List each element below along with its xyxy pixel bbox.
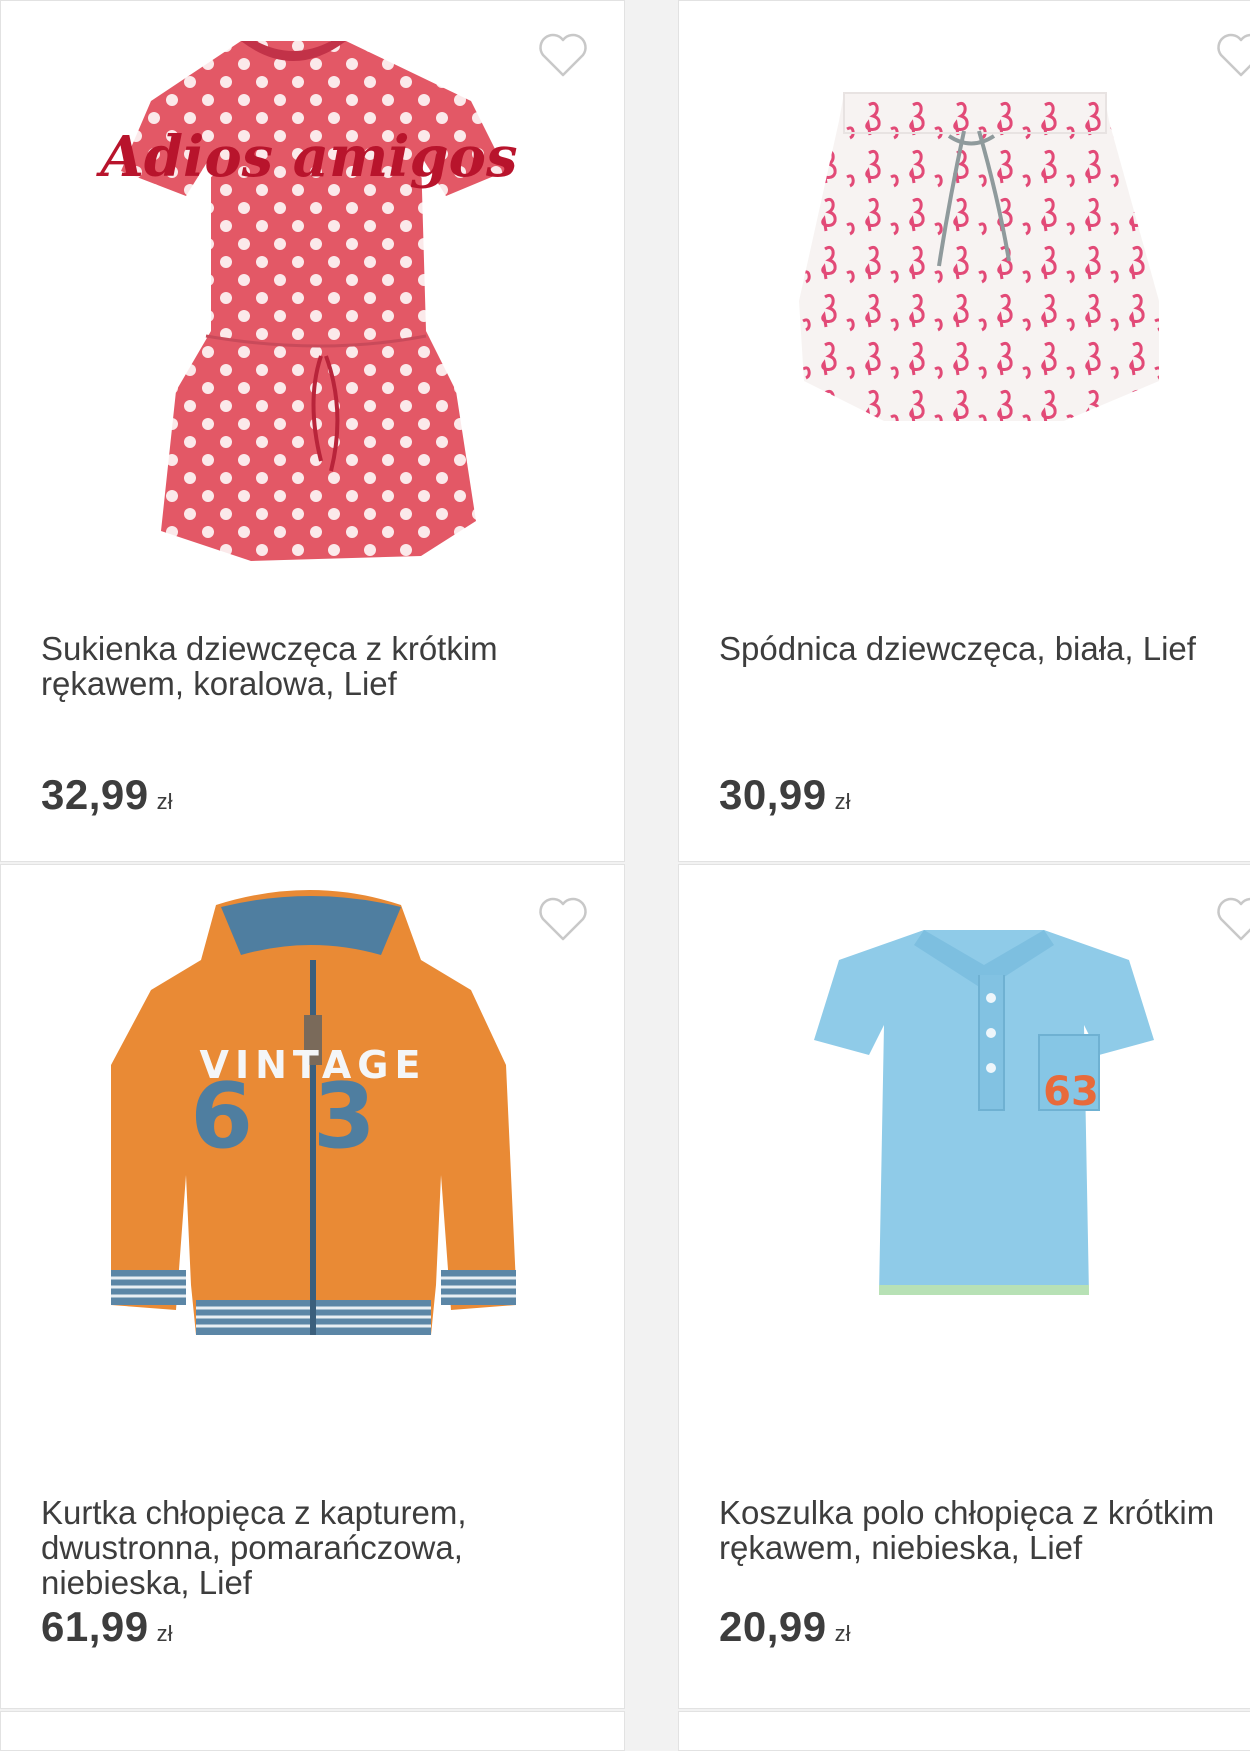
price-amount: 61,99 bbox=[41, 1603, 149, 1650]
product-image[interactable] bbox=[679, 1, 1250, 601]
price-currency: zł bbox=[834, 1621, 851, 1646]
product-price: 20,99 zł bbox=[719, 1603, 851, 1651]
product-price: 32,99 zł bbox=[41, 771, 173, 819]
product-card[interactable] bbox=[0, 1711, 625, 1751]
product-price: 30,99 zł bbox=[719, 771, 851, 819]
hoodie-print-number: 63 bbox=[190, 1064, 435, 1169]
dress-print-line1: Adios amigos bbox=[95, 124, 517, 190]
price-amount: 30,99 bbox=[719, 771, 827, 818]
price-amount: 20,99 bbox=[719, 1603, 827, 1650]
product-card[interactable]: Spódnica dziewczęca, biała, Lief 30,99 zł bbox=[678, 0, 1250, 862]
product-title[interactable]: Spódnica dziewczęca, biała, Lief bbox=[719, 631, 1250, 666]
price-currency: zł bbox=[834, 789, 851, 814]
price-amount: 32,99 bbox=[41, 771, 149, 818]
heart-outline-icon[interactable] bbox=[1215, 895, 1250, 943]
product-card[interactable]: 63 Koszulka polo chłopięca z krótkim ręk… bbox=[678, 864, 1250, 1709]
product-card[interactable]: Adios amigos Sukienka dziewczęca z krótk… bbox=[0, 0, 625, 862]
heart-outline-icon[interactable] bbox=[537, 31, 589, 79]
price-currency: zł bbox=[156, 1621, 173, 1646]
price-currency: zł bbox=[156, 789, 173, 814]
product-image[interactable]: Adios amigos bbox=[1, 1, 625, 601]
product-title[interactable]: Kurtka chłopięca z kapturem, dwustronna,… bbox=[41, 1495, 581, 1600]
product-title[interactable]: Sukienka dziewczęca z krótkim rękawem, k… bbox=[41, 631, 581, 701]
heart-outline-icon[interactable] bbox=[537, 895, 589, 943]
product-title[interactable]: Koszulka polo chłopięca z krótkim rękawe… bbox=[719, 1495, 1250, 1565]
product-image[interactable]: VINTAGE 63 bbox=[1, 865, 625, 1465]
polo-badge-number: 63 bbox=[1043, 1069, 1099, 1115]
product-image[interactable]: 63 bbox=[679, 865, 1250, 1465]
product-card[interactable] bbox=[678, 1711, 1250, 1751]
heart-outline-icon[interactable] bbox=[1215, 31, 1250, 79]
product-price: 61,99 zł bbox=[41, 1603, 173, 1651]
product-card[interactable]: VINTAGE 63 Kurtka chłopięca z kapturem, … bbox=[0, 864, 625, 1709]
